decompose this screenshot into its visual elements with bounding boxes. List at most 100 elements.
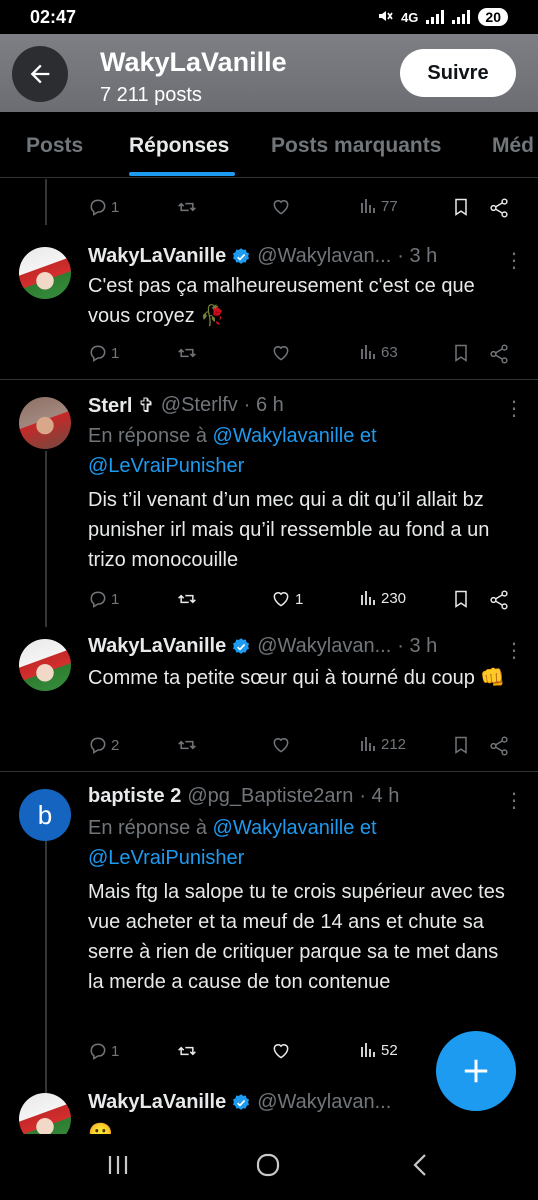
- author-name[interactable]: WakyLaVanille: [88, 1091, 226, 1114]
- tweet-1[interactable]: WakyLaVanille @Wakylavan... · 3 h ⋮ C'es…: [0, 239, 538, 379]
- recent-apps-button[interactable]: [98, 1150, 138, 1180]
- signal-icon-2: [452, 10, 471, 24]
- tab-replies[interactable]: Réponses: [129, 134, 229, 158]
- verified-badge-icon: [231, 637, 251, 657]
- views-icon: [361, 345, 375, 359]
- compose-plus-icon: [464, 1059, 488, 1083]
- tweet-3[interactable]: WakyLaVanille @Wakylavan... · 3 h ⋮ Comm…: [0, 629, 538, 769]
- views-count: 77: [381, 197, 398, 215]
- author-name[interactable]: WakyLaVanille: [88, 245, 226, 268]
- tweet-text: C'est pas ça malheureusement c'est ce qu…: [88, 275, 475, 327]
- reply-icon: [90, 1043, 106, 1060]
- reply-count: 1: [111, 590, 120, 608]
- views-icon: [361, 591, 375, 605]
- author-name[interactable]: Sterl ✞: [88, 393, 155, 418]
- views-count: 52: [381, 1041, 398, 1059]
- retweet-action[interactable]: [176, 197, 198, 217]
- views-icon: [361, 1043, 375, 1057]
- like-icon: [273, 592, 289, 607]
- avatar[interactable]: [19, 397, 71, 449]
- author-handle[interactable]: @pg_Baptiste2arn: [187, 785, 353, 808]
- avatar[interactable]: [19, 1093, 71, 1134]
- bookmark-action[interactable]: [451, 589, 471, 609]
- like-action[interactable]: [270, 343, 292, 363]
- share-action[interactable]: [488, 197, 510, 219]
- reply-action[interactable]: 1: [88, 343, 119, 363]
- tweet-meta: WakyLaVanille @Wakylavan... · 3 h: [88, 635, 437, 658]
- profile-tabs: Posts Réponses Posts marquants Méd: [0, 112, 538, 178]
- share-icon: [490, 198, 508, 218]
- more-icon[interactable]: ⋮: [504, 641, 524, 661]
- like-icon: [273, 346, 289, 361]
- verified-badge-icon: [231, 1093, 251, 1113]
- views-action[interactable]: 230: [360, 589, 406, 607]
- retweet-action[interactable]: [176, 343, 198, 363]
- like-action[interactable]: [270, 1041, 292, 1061]
- mute-icon: [377, 8, 393, 27]
- like-icon: [273, 738, 289, 753]
- more-icon[interactable]: ⋮: [504, 251, 524, 271]
- like-action[interactable]: [270, 197, 292, 217]
- retweet-icon: [178, 594, 196, 604]
- views-action[interactable]: 77: [360, 197, 398, 215]
- views-icon: [361, 737, 375, 751]
- author-name[interactable]: baptiste 2: [88, 785, 181, 808]
- reply-prefix: En réponse à: [88, 425, 207, 447]
- tweet-time: · 3 h: [397, 245, 438, 267]
- more-icon[interactable]: ⋮: [504, 399, 524, 419]
- retweet-action[interactable]: [176, 1041, 198, 1061]
- views-action[interactable]: 63: [360, 343, 398, 361]
- retweet-action[interactable]: [176, 735, 198, 755]
- retweet-icon: [178, 202, 196, 212]
- reply-action[interactable]: 1: [88, 589, 119, 609]
- back-nav-icon: [413, 1154, 426, 1176]
- views-action[interactable]: 52: [360, 1041, 398, 1059]
- author-handle[interactable]: @Wakylavan...: [257, 635, 391, 658]
- reply-action[interactable]: 2: [88, 735, 119, 755]
- reply-icon: [90, 591, 106, 608]
- avatar[interactable]: b: [19, 789, 71, 841]
- bookmark-action[interactable]: [451, 197, 471, 217]
- avatar[interactable]: [19, 247, 71, 299]
- more-icon[interactable]: ⋮: [504, 791, 524, 811]
- home-button[interactable]: [248, 1150, 288, 1180]
- author-handle[interactable]: @Wakylavan...: [257, 245, 391, 268]
- like-count: 1: [295, 590, 304, 608]
- share-action[interactable]: [488, 735, 510, 757]
- author-name[interactable]: WakyLaVanille: [88, 635, 226, 658]
- tweet-meta: WakyLaVanille @Wakylavan... · 3 h: [88, 245, 437, 268]
- bookmark-action[interactable]: [451, 735, 471, 755]
- tweet-text: 😬: [88, 1123, 113, 1134]
- retweet-icon: [178, 1046, 196, 1056]
- share-action[interactable]: [488, 343, 510, 365]
- replies-feed: 1 77 WakyLaVanille @Wakylavan... · 3 h ⋮…: [0, 179, 538, 1134]
- author-handle[interactable]: @Wakylavan...: [257, 1091, 391, 1114]
- reply-action[interactable]: 1: [88, 197, 119, 217]
- tweet-actions: 1 63: [88, 343, 518, 367]
- tab-media[interactable]: Méd: [492, 134, 534, 158]
- signal-icon: [426, 10, 445, 24]
- avatar[interactable]: [19, 639, 71, 691]
- tweet-actions: 1 1 230: [88, 589, 518, 613]
- views-action[interactable]: 212: [360, 735, 406, 753]
- tweet-2[interactable]: Sterl ✞ @Sterlfv · 6 h ⋮ En réponse à @W…: [0, 385, 538, 625]
- bookmark-action[interactable]: [451, 343, 471, 363]
- follow-button[interactable]: Suivre: [400, 49, 516, 97]
- compose-button[interactable]: [436, 1031, 516, 1111]
- tab-posts[interactable]: Posts: [26, 134, 83, 158]
- like-action[interactable]: [270, 735, 292, 755]
- views-icon: [361, 199, 375, 213]
- reply-action[interactable]: 1: [88, 1041, 119, 1061]
- tab-highlights[interactable]: Posts marquants: [271, 134, 441, 158]
- back-arrow-icon: [30, 64, 50, 84]
- back-nav-button[interactable]: [400, 1150, 440, 1180]
- retweet-action[interactable]: [176, 589, 198, 609]
- author-handle[interactable]: @Sterlfv: [161, 394, 238, 417]
- views-count: 212: [381, 735, 407, 753]
- status-bar: 02:47 4G 20: [0, 0, 538, 34]
- share-action[interactable]: [488, 589, 510, 611]
- like-action[interactable]: 1: [270, 589, 303, 609]
- reply-count: 1: [111, 1042, 120, 1060]
- tweet-4[interactable]: b baptiste 2 @pg_Baptiste2arn · 4 h ⋮ En…: [0, 777, 538, 1077]
- back-button[interactable]: [12, 46, 68, 102]
